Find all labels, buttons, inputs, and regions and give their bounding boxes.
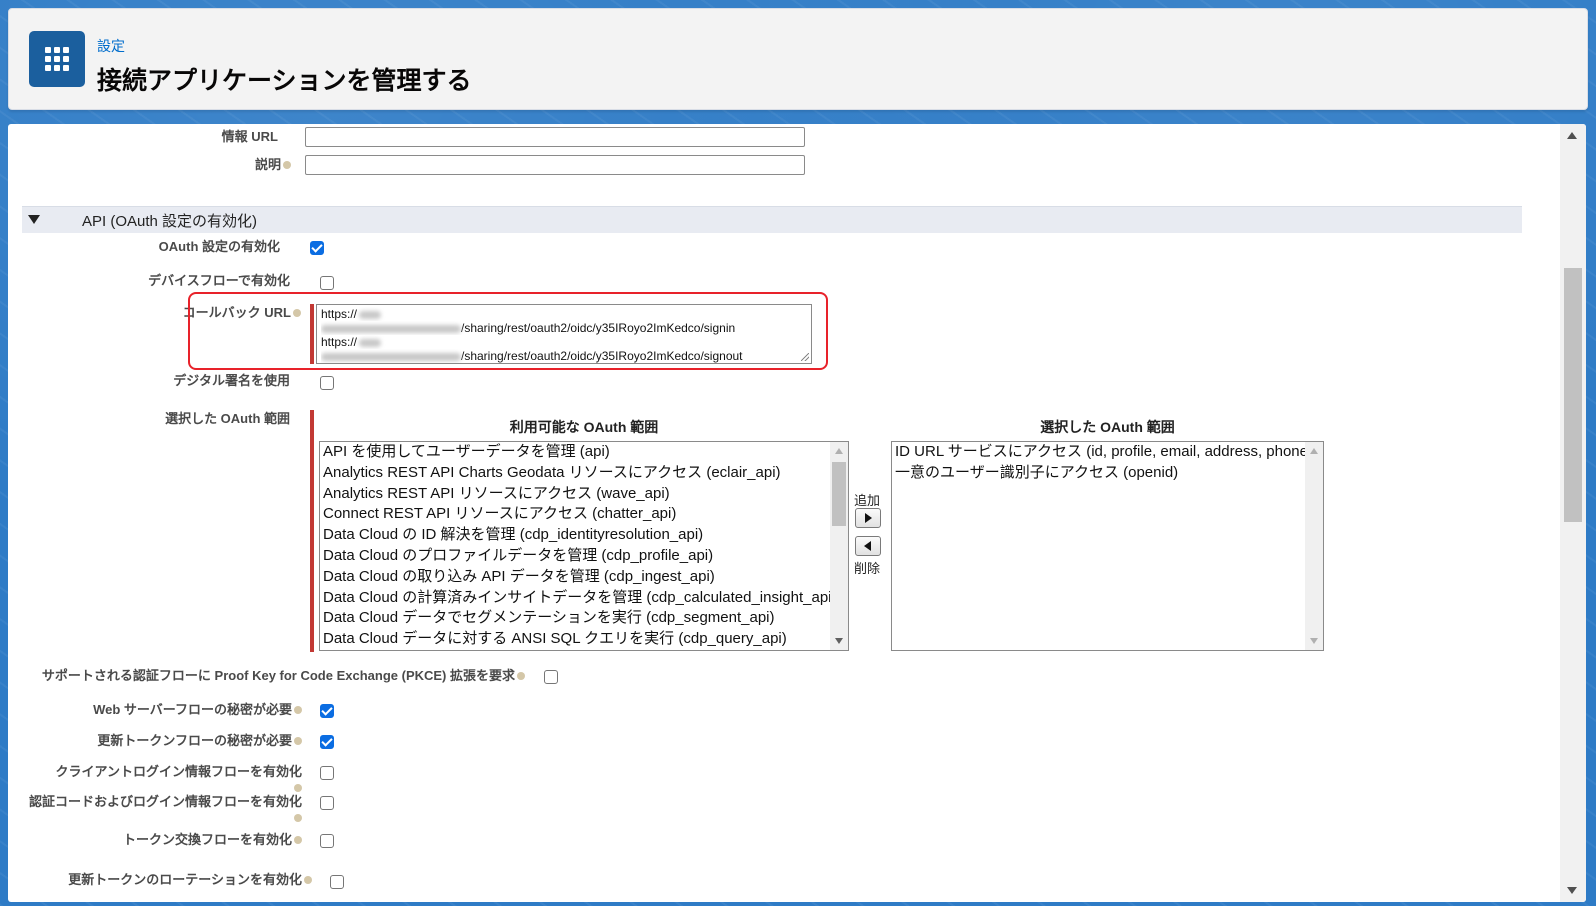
scroll-down-icon[interactable]	[1310, 638, 1318, 644]
pkce-checkbox[interactable]	[544, 670, 558, 684]
breadcrumb[interactable]: 設定	[97, 36, 125, 56]
add-scope-button[interactable]	[855, 508, 881, 528]
help-icon[interactable]	[517, 671, 525, 680]
enable-oauth-checkbox[interactable]	[310, 241, 324, 255]
info-url-input[interactable]	[305, 127, 805, 147]
digital-signature-label: デジタル署名を使用	[173, 373, 290, 388]
scroll-down-icon[interactable]	[835, 638, 843, 644]
device-flow-checkbox[interactable]	[320, 276, 334, 290]
refresh-token-rotation-label: 更新トークンのローテーションを有効化	[48, 869, 312, 888]
token-exchange-checkbox[interactable]	[320, 834, 334, 848]
list-item[interactable]: Analytics REST API Charts Geodata リソースにア…	[320, 463, 848, 484]
scroll-up-icon[interactable]	[1567, 132, 1577, 139]
arrow-right-icon	[865, 513, 872, 523]
digital-signature-checkbox[interactable]	[320, 376, 334, 390]
callback-url-highlight	[188, 292, 828, 370]
list-item[interactable]: Data Cloud の ID 解決を管理 (cdp_identityresol…	[320, 525, 848, 546]
info-url-label: 情報 URL	[221, 129, 278, 144]
scroll-up-icon[interactable]	[835, 448, 843, 454]
section-title: API (OAuth 設定の有効化)	[82, 213, 258, 230]
listbox-scrollbar[interactable]	[830, 442, 848, 650]
client-credentials-checkbox[interactable]	[320, 766, 334, 780]
refresh-token-rotation-checkbox[interactable]	[330, 875, 344, 889]
auth-code-credentials-checkbox[interactable]	[320, 796, 334, 810]
list-item[interactable]: Connect REST API リソースにアクセス (chatter_api)	[320, 504, 848, 525]
main-panel: 情報 URL 説明 API (OAuth 設定の有効化) OAuth 設定の有効…	[8, 124, 1586, 902]
selected-scopes-listbox[interactable]: ID URL サービスにアクセス (id, profile, email, ad…	[891, 441, 1324, 651]
description-input[interactable]	[305, 155, 805, 175]
web-server-secret-label: Web サーバーフローの秘密が必要	[68, 699, 302, 718]
remove-scope-button[interactable]	[855, 536, 881, 556]
section-header-api-oauth[interactable]: API (OAuth 設定の有効化)	[22, 206, 1522, 233]
help-icon[interactable]	[294, 705, 302, 714]
required-indicator	[310, 410, 314, 652]
remove-label: 削除	[854, 561, 881, 576]
page-title: 接続アプリケーションを管理する	[97, 67, 472, 95]
refresh-token-secret-checkbox[interactable]	[320, 735, 334, 749]
app-launcher-grid-icon	[29, 31, 85, 87]
help-icon[interactable]	[294, 813, 302, 822]
selected-scopes-header: 選択した OAuth 範囲	[1040, 419, 1175, 435]
list-item[interactable]: API を使用してユーザーデータを管理 (api)	[320, 442, 848, 463]
device-flow-label: デバイスフローで有効化	[148, 273, 290, 288]
help-icon[interactable]	[283, 160, 291, 169]
collapse-triangle-icon[interactable]	[28, 215, 40, 224]
scroll-down-icon[interactable]	[1567, 887, 1577, 894]
list-item[interactable]: Data Cloud の計算済みインサイトデータを管理 (cdp_calcula…	[320, 588, 848, 609]
token-exchange-label: トークン交換フローを有効化	[68, 829, 302, 848]
page-header: 設定 接続アプリケーションを管理する	[8, 8, 1588, 110]
enable-oauth-label: OAuth 設定の有効化	[158, 239, 280, 254]
pkce-label: サポートされる認証フローに Proof Key for Code Exchang…	[28, 665, 525, 684]
oauth-scopes-label: 選択した OAuth 範囲	[165, 411, 290, 426]
available-scopes-listbox[interactable]: API を使用してユーザーデータを管理 (api) Analytics REST…	[319, 441, 849, 651]
help-icon[interactable]	[304, 875, 312, 884]
description-label: 説明	[128, 154, 291, 173]
page-scrollbar[interactable]	[1560, 124, 1586, 902]
list-item[interactable]: Data Cloud の取り込み API データを管理 (cdp_ingest_…	[320, 567, 848, 588]
list-item[interactable]: Analytics REST API リソースにアクセス (wave_api)	[320, 484, 848, 505]
scroll-thumb[interactable]	[1564, 268, 1582, 522]
arrow-left-icon	[864, 541, 871, 551]
help-icon[interactable]	[294, 835, 302, 844]
available-scopes-header: 利用可能な OAuth 範囲	[509, 419, 659, 435]
list-item[interactable]: 一意のユーザー識別子にアクセス (openid)	[892, 463, 1323, 484]
scroll-thumb[interactable]	[832, 462, 846, 526]
auth-code-credentials-label: 認証コードおよびログイン情報フローを有効化	[28, 791, 302, 825]
add-label: 追加	[854, 493, 881, 508]
list-item[interactable]: Data Cloud データでセグメンテーションを実行 (cdp_segment…	[320, 608, 848, 629]
scroll-up-icon[interactable]	[1310, 448, 1318, 454]
refresh-token-secret-label: 更新トークンフローの秘密が必要	[68, 730, 302, 749]
web-server-secret-checkbox[interactable]	[320, 704, 334, 718]
list-item[interactable]: Data Cloud のプロファイルデータを管理 (cdp_profile_ap…	[320, 546, 848, 567]
list-item[interactable]: Data Cloud データに対する ANSI SQL クエリを実行 (cdp_…	[320, 629, 848, 650]
client-credentials-label: クライアントログイン情報フローを有効化	[48, 761, 302, 795]
help-icon[interactable]	[294, 736, 302, 745]
listbox-scrollbar[interactable]	[1305, 442, 1323, 650]
list-item[interactable]: ID URL サービスにアクセス (id, profile, email, ad…	[892, 442, 1323, 463]
